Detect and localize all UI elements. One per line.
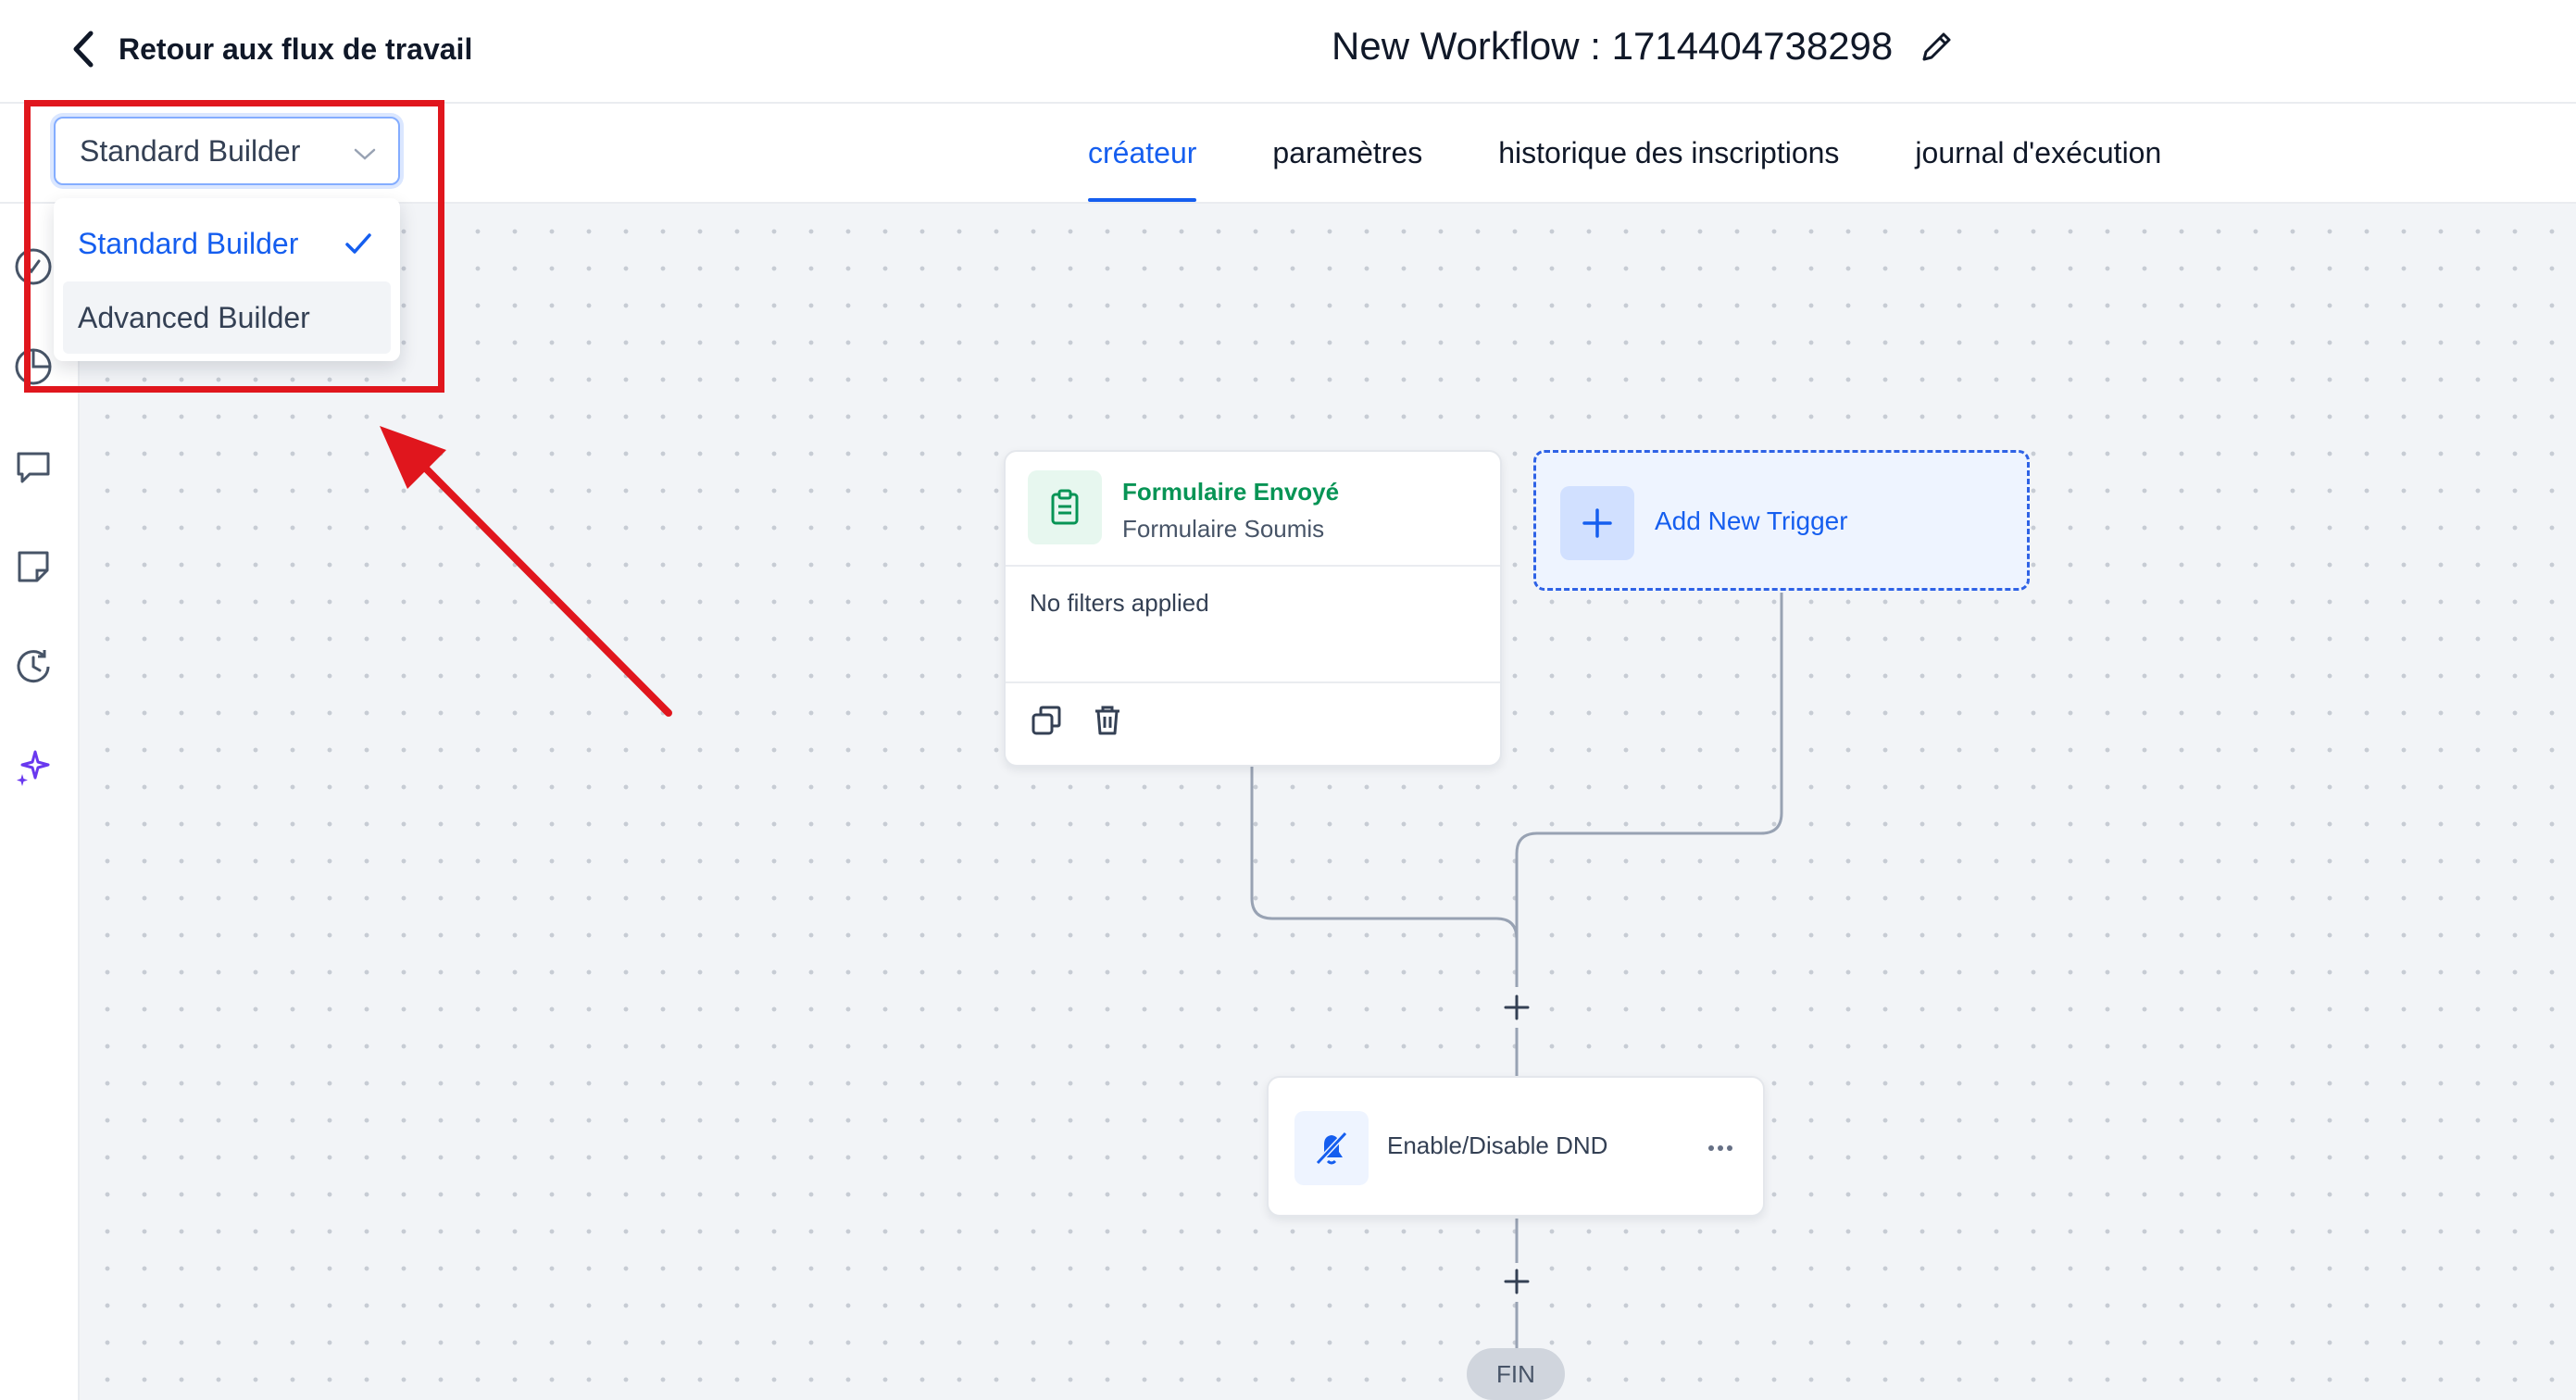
- option-label: Standard Builder: [78, 226, 299, 260]
- tab-parametres[interactable]: paramètres: [1272, 104, 1422, 202]
- trigger-filters-text: No filters applied: [1030, 589, 1209, 617]
- edit-pencil-icon[interactable]: [1919, 28, 1956, 65]
- trigger-card[interactable]: Formulaire Envoyé Formulaire Soumis No f…: [1004, 450, 1502, 767]
- back-link-label: Retour aux flux de travail: [119, 31, 473, 66]
- option-standard-builder[interactable]: Standard Builder: [63, 207, 391, 280]
- left-toolbar: [0, 204, 80, 1400]
- plus-icon: [1504, 1269, 1530, 1294]
- add-trigger-label: Add New Trigger: [1655, 506, 1848, 535]
- option-label: Advanced Builder: [78, 300, 310, 334]
- bell-off-icon: [1294, 1111, 1369, 1185]
- chevron-down-icon: [354, 148, 376, 160]
- tab-createur[interactable]: créateur: [1088, 104, 1197, 202]
- builder-type-menu: Standard Builder Advanced Builder: [54, 198, 400, 361]
- check-circle-icon[interactable]: [13, 246, 54, 287]
- trigger-subtitle: Formulaire Soumis: [1122, 515, 1325, 543]
- builder-type-select[interactable]: Standard Builder: [54, 117, 400, 185]
- option-advanced-builder[interactable]: Advanced Builder: [63, 281, 391, 354]
- checkmark-icon: [345, 233, 371, 254]
- trash-icon[interactable]: [1091, 704, 1124, 737]
- message-icon[interactable]: [13, 446, 54, 487]
- builder-select-value: Standard Builder: [80, 133, 301, 168]
- pie-chart-icon[interactable]: [13, 346, 54, 387]
- trigger-title: Formulaire Envoyé: [1122, 478, 1340, 506]
- more-options-icon[interactable]: [1702, 1130, 1739, 1167]
- action-label: Enable/Disable DND: [1387, 1131, 1608, 1159]
- action-card-dnd[interactable]: Enable/Disable DND: [1267, 1076, 1765, 1217]
- clipboard-icon: [1028, 470, 1102, 544]
- workflow-end-pill: FIN: [1467, 1348, 1565, 1400]
- workflow-canvas[interactable]: [80, 204, 2576, 1400]
- tab-journal-execution[interactable]: journal d'exécution: [1915, 104, 2161, 202]
- add-step-button-bottom[interactable]: [1498, 1263, 1535, 1300]
- copy-icon[interactable]: [1030, 704, 1063, 737]
- plus-icon: [1504, 994, 1530, 1020]
- workflow-title: New Workflow : 1714404738298: [1332, 24, 1894, 68]
- add-new-trigger-button[interactable]: Add New Trigger: [1533, 450, 2030, 591]
- back-to-workflows-link[interactable]: Retour aux flux de travail: [70, 26, 472, 72]
- chevron-left-icon: [73, 31, 94, 68]
- top-header: Retour aux flux de travail New Workflow …: [0, 0, 2576, 104]
- note-icon[interactable]: [13, 546, 54, 587]
- history-icon[interactable]: [13, 646, 54, 687]
- sparkles-icon[interactable]: [13, 746, 54, 787]
- add-step-button[interactable]: [1498, 989, 1535, 1026]
- tab-historique-inscriptions[interactable]: historique des inscriptions: [1498, 104, 1839, 202]
- plus-icon: [1560, 486, 1634, 560]
